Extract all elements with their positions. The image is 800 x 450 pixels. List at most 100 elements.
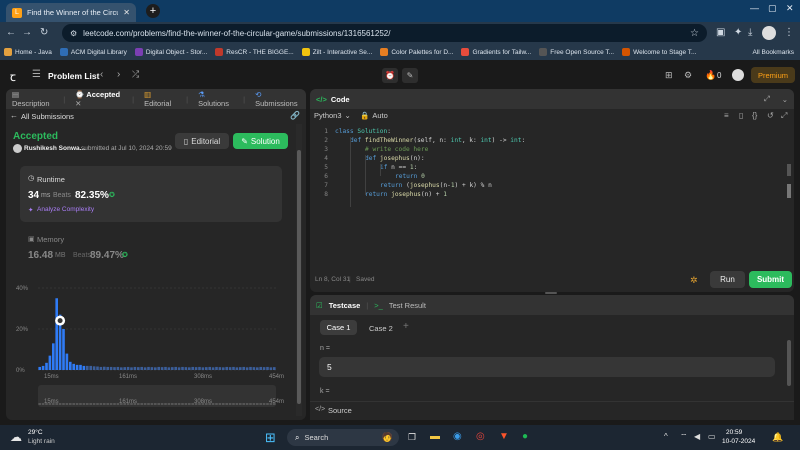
run-button[interactable]: Run <box>710 271 745 288</box>
submit-button[interactable]: Submit <box>749 271 792 288</box>
code-line[interactable]: def findTheWinner(self, n: int, k: int) … <box>350 137 525 144</box>
windows-start-icon[interactable]: ⊞ <box>265 430 276 446</box>
bookmark-item[interactable]: ResCR - THE BIGGE... <box>215 48 294 56</box>
case-1-tab[interactable]: Case 1 <box>320 320 357 335</box>
close-tab-icon[interactable]: ✕ <box>123 8 130 17</box>
code-line[interactable]: # write code here <box>365 146 428 153</box>
notes-icon[interactable]: ✎ <box>402 68 418 83</box>
testcase-scrollbar-thumb[interactable] <box>787 340 791 386</box>
horizontal-resizer[interactable] <box>545 292 557 294</box>
code-line[interactable]: if n == 1: <box>380 164 417 171</box>
volume-icon[interactable]: ◀ <box>694 432 700 441</box>
chevron-down-icon[interactable]: ⌄ <box>782 95 788 104</box>
task-view-icon[interactable]: ❐ <box>408 432 416 443</box>
source-toggle[interactable]: Source <box>328 406 352 415</box>
notification-bell-icon[interactable]: 🔔 <box>772 432 783 443</box>
code-line[interactable]: return (josephus(n-1) + k) % n <box>380 182 492 189</box>
all-submissions-link[interactable]: All Submissions <box>21 112 74 121</box>
tab-submissions[interactable]: ⟲ Submissions <box>255 90 300 108</box>
runtime-distribution-chart[interactable]: 40% 20% 0% 15ms 161ms 308ms 454ms 15ms 161ms 308m… <box>14 280 284 415</box>
format-icon[interactable]: ≡ <box>724 111 729 120</box>
clock-time[interactable]: 20:59 <box>726 429 742 436</box>
new-tab-button[interactable]: + <box>146 4 160 18</box>
tab-testcase[interactable]: Testcase <box>329 301 361 310</box>
prev-problem-icon[interactable]: ‹ <box>100 69 103 80</box>
taskbar-search-box[interactable]: ⌕ Search 🧑 <box>287 429 399 446</box>
reload-icon[interactable]: ↻ <box>40 27 48 38</box>
code-tab-title[interactable]: Code <box>331 95 350 104</box>
case-2-tab[interactable]: Case 2 <box>369 324 393 333</box>
back-arrow-icon[interactable]: ← <box>10 111 18 120</box>
debug-icon[interactable]: ✲ <box>690 275 698 286</box>
bookmark-item[interactable]: ACM Digital Library <box>59 48 127 56</box>
link-icon[interactable]: 🔗 <box>290 111 300 120</box>
download-icon[interactable]: ⤓ <box>748 27 752 38</box>
browser-tab[interactable]: L Find the Winner of the Circular Game ✕ <box>6 3 136 22</box>
auto-mode-toggle[interactable]: 🔒 Auto <box>360 111 388 120</box>
settings-gear-icon[interactable]: ⚙ <box>684 70 692 81</box>
maximize-icon[interactable]: ▢ <box>768 3 777 14</box>
battery-icon[interactable]: ▭ <box>708 432 716 441</box>
brave-icon[interactable]: ▼ <box>499 431 509 442</box>
editorial-button[interactable]: ▯ Editorial <box>175 133 229 149</box>
timer-icon[interactable]: ⏰ <box>382 68 398 83</box>
weather-cloud-icon[interactable]: ☁ <box>10 430 22 444</box>
analyze-complexity-link[interactable]: Analyze Complexity <box>37 206 94 213</box>
bookmark-icon[interactable]: ▯ <box>739 111 743 120</box>
edge-icon[interactable]: ◉ <box>453 431 462 442</box>
bookmark-item[interactable]: Color Palettes for D... <box>380 48 453 56</box>
tab-solutions[interactable]: ⚗ Solutions <box>198 90 233 108</box>
add-case-icon[interactable]: + <box>403 321 409 332</box>
bookmark-item[interactable]: Home - Java <box>4 48 52 56</box>
bookmark-item[interactable]: Gradients for Tailw... <box>461 48 531 56</box>
close-window-icon[interactable]: ✕ <box>786 3 794 14</box>
spotify-icon[interactable]: ● <box>522 431 528 442</box>
tab-test-result[interactable]: Test Result <box>389 301 426 310</box>
n-input[interactable]: 5 <box>319 357 775 377</box>
weather-desc[interactable]: Light rain <box>28 438 55 445</box>
next-problem-icon[interactable]: › <box>117 69 120 80</box>
left-scrollbar-thumb[interactable] <box>297 150 301 404</box>
chrome-icon[interactable]: ◎ <box>476 431 485 442</box>
minimize-icon[interactable]: — <box>750 3 759 13</box>
back-icon[interactable]: ← <box>6 27 16 38</box>
tab-accepted[interactable]: ⌚ Accepted ✕ <box>75 90 122 108</box>
code-line[interactable]: return josephus(n) + 1 <box>365 191 447 198</box>
forward-icon[interactable]: → <box>22 27 32 38</box>
submitter-name[interactable]: Rushikesh Sonwa... <box>24 145 85 152</box>
tab-description[interactable]: ▤ Description <box>12 90 53 108</box>
wifi-icon[interactable]: ⌔ <box>680 432 688 442</box>
bookmark-item[interactable]: Free Open Source T... <box>539 48 614 56</box>
extension-icon[interactable]: ▣ <box>716 27 725 38</box>
profile-avatar[interactable] <box>762 26 776 40</box>
clock-date[interactable]: 10-07-2024 <box>722 438 755 445</box>
code-line[interactable]: return 0 <box>395 173 425 180</box>
braces-icon[interactable]: {} <box>752 111 757 120</box>
premium-button[interactable]: Premium <box>751 67 795 83</box>
browser-menu-icon[interactable]: ⋮ <box>784 27 794 38</box>
site-info-icon[interactable]: ⚙ <box>70 29 77 38</box>
expand-icon[interactable]: ⤢ <box>764 94 770 104</box>
bookmark-star-icon[interactable]: ☆ <box>690 28 699 39</box>
address-bar[interactable]: ⚙ leetcode.com/problems/find-the-winner-… <box>62 24 707 42</box>
problem-list-link[interactable]: Problem List <box>48 71 99 81</box>
weather-temp[interactable]: 29°C <box>28 429 43 436</box>
tray-chevron-icon[interactable]: ^ <box>664 432 668 441</box>
bookmark-item[interactable]: Zilt - Interactive Se... <box>301 48 372 56</box>
fullscreen-icon[interactable]: ⤢ <box>781 111 787 121</box>
bookmark-item[interactable]: Digital Object - Stor... <box>134 48 207 56</box>
language-selector[interactable]: Python3 ⌄ <box>314 111 351 120</box>
shuffle-icon[interactable]: ⤮ <box>132 69 139 80</box>
layout-grid-icon[interactable]: ⊞ <box>665 70 673 81</box>
code-line[interactable]: def josephus(n): <box>365 155 425 162</box>
extensions-puzzle-icon[interactable]: ✦ <box>734 27 742 38</box>
leetcode-logo-icon[interactable]: ꞇ <box>10 68 16 85</box>
file-explorer-icon[interactable]: ▬ <box>430 431 440 442</box>
solution-button[interactable]: ✎ Solution <box>233 133 288 149</box>
editor-scrollbar-thumb[interactable] <box>787 164 791 176</box>
bookmark-item[interactable]: Welcome to Stage T... <box>622 48 696 56</box>
all-bookmarks-link[interactable]: All Bookmarks <box>752 49 794 56</box>
tab-editorial[interactable]: ▥ Editorial <box>144 90 176 108</box>
user-avatar[interactable] <box>732 69 744 81</box>
code-line[interactable]: class Solution: <box>335 128 391 135</box>
